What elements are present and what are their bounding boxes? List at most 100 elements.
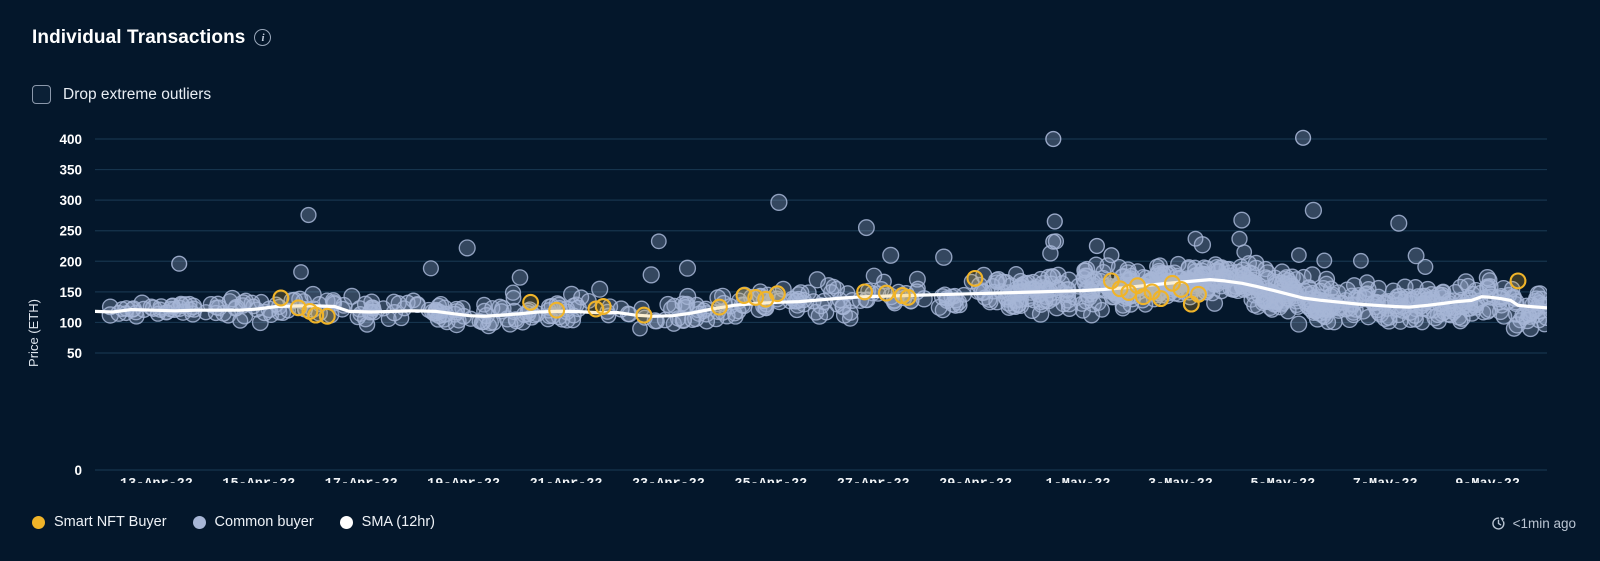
data-point-common-buyer[interactable] xyxy=(1352,252,1369,269)
data-point-common-buyer[interactable] xyxy=(458,239,476,257)
data-point-smart-nft-buyer[interactable] xyxy=(522,293,540,311)
y-axis-tick-labels: 0 50 100 150 200 250 300 350 400 xyxy=(59,132,82,478)
data-point-common-buyer[interactable] xyxy=(263,306,280,324)
data-point-common-buyer[interactable] xyxy=(591,280,609,298)
data-point-common-buyer-outlier[interactable] xyxy=(1045,130,1062,148)
legend-label: Common buyer xyxy=(214,514,314,530)
data-point-common-buyer[interactable] xyxy=(1463,304,1481,322)
data-point-common-buyer[interactable] xyxy=(399,294,416,311)
data-point-smart-nft-buyer[interactable] xyxy=(635,306,653,324)
data-point-common-buyer[interactable] xyxy=(1452,278,1469,296)
data-point-common-buyer[interactable] xyxy=(678,259,697,277)
data-point-common-buyer[interactable] xyxy=(1196,259,1213,276)
data-point-common-buyer[interactable] xyxy=(393,310,410,327)
data-point-common-buyer[interactable] xyxy=(679,287,697,306)
legend-item[interactable]: Common buyer xyxy=(192,514,314,530)
data-point-common-buyer[interactable] xyxy=(642,266,660,284)
data-point-common-buyer[interactable] xyxy=(1291,247,1307,263)
data-point-common-buyer[interactable] xyxy=(1264,301,1281,318)
data-point-common-buyer[interactable] xyxy=(1076,274,1094,292)
data-point-smart-nft-buyer[interactable] xyxy=(1509,272,1527,290)
data-point-common-buyer[interactable] xyxy=(1359,285,1376,302)
data-point-common-buyer[interactable] xyxy=(935,248,953,266)
legend-item[interactable]: SMA (12hr) xyxy=(339,515,435,530)
data-point-common-buyer[interactable] xyxy=(1231,230,1248,248)
data-point-smart-nft-buyer[interactable] xyxy=(272,289,290,307)
info-icon[interactable]: i xyxy=(254,29,272,46)
data-point-common-buyer[interactable] xyxy=(505,289,522,306)
drop-extreme-outliers-checkbox[interactable] xyxy=(32,85,51,104)
data-point-common-buyer[interactable] xyxy=(1290,315,1308,333)
x-axis-tick-label: 15-Apr-22 xyxy=(222,477,295,483)
data-point-common-buyer[interactable] xyxy=(207,304,225,322)
data-point-common-buyer[interactable] xyxy=(632,320,648,337)
data-point-common-buyer[interactable] xyxy=(650,233,667,250)
data-point-common-buyer[interactable] xyxy=(1390,214,1408,232)
data-point-common-buyer-outlier[interactable] xyxy=(1088,237,1106,255)
data-point-common-buyer[interactable] xyxy=(300,206,317,224)
data-point-common-buyer[interactable] xyxy=(1394,301,1412,319)
data-point-common-buyer[interactable] xyxy=(422,260,439,277)
data-point-common-buyer[interactable] xyxy=(1436,304,1453,321)
data-point-common-buyer[interactable] xyxy=(1514,307,1531,324)
data-point-common-buyer[interactable] xyxy=(1012,291,1029,308)
data-point-smart-nft-buyer[interactable] xyxy=(1172,280,1190,298)
data-point-common-buyer[interactable] xyxy=(1311,282,1330,301)
data-point-common-buyer[interactable] xyxy=(882,246,900,264)
data-point-common-buyer[interactable] xyxy=(304,285,322,304)
y-axis-tick-label: 50 xyxy=(67,346,82,361)
data-point-smart-nft-buyer[interactable] xyxy=(594,298,612,315)
data-point-common-buyer[interactable] xyxy=(573,289,590,306)
data-point-smart-nft-buyer[interactable] xyxy=(1152,290,1170,308)
data-point-common-buyer[interactable] xyxy=(808,271,826,289)
data-point-common-buyer-outlier[interactable] xyxy=(1046,213,1063,230)
data-point-common-buyer[interactable] xyxy=(1430,286,1447,303)
data-point-common-buyer[interactable] xyxy=(1528,290,1545,307)
data-point-smart-nft-buyer[interactable] xyxy=(1190,285,1207,303)
data-point-smart-nft-buyer[interactable] xyxy=(318,307,336,325)
data-point-common-buyer[interactable] xyxy=(1307,302,1325,320)
data-point-common-buyer[interactable] xyxy=(511,269,529,286)
data-point-common-buyer[interactable] xyxy=(1193,236,1212,254)
data-point-smart-nft-buyer[interactable] xyxy=(710,298,728,316)
data-point-common-buyer[interactable] xyxy=(1380,312,1398,330)
data-point-common-buyer[interactable] xyxy=(1417,258,1434,275)
data-point-common-buyer[interactable] xyxy=(659,295,677,314)
data-point-common-buyer[interactable] xyxy=(1537,308,1554,326)
drop-extreme-outliers-control[interactable]: Drop extreme outliers xyxy=(32,85,211,104)
data-point-smart-nft-buyer[interactable] xyxy=(966,269,984,287)
data-point-common-buyer[interactable] xyxy=(770,193,788,212)
y-axis-tick-label: 150 xyxy=(59,285,82,300)
data-point-common-buyer-outlier[interactable] xyxy=(1294,129,1312,146)
data-point-common-buyer[interactable] xyxy=(1330,302,1347,319)
x-axis-tick-label: 5-May-22 xyxy=(1250,477,1315,483)
x-axis-tick-labels: 13-Apr-22 15-Apr-22 17-Apr-22 19-Apr-22 21-A… xyxy=(120,477,1520,483)
legend-item[interactable]: Smart NFT Buyer xyxy=(32,515,167,530)
data-point-common-buyer[interactable] xyxy=(857,219,875,237)
data-point-smart-nft-buyer[interactable] xyxy=(856,283,874,301)
data-point-common-buyer-outlier[interactable] xyxy=(1045,233,1062,250)
y-axis-tick-label: 100 xyxy=(59,315,82,330)
data-point-smart-nft-buyer[interactable] xyxy=(899,288,917,306)
data-point-common-buyer-outlier[interactable] xyxy=(1103,247,1120,264)
data-point-common-buyer-outlier[interactable] xyxy=(171,255,188,272)
data-point-common-buyer[interactable] xyxy=(1304,201,1323,220)
data-point-smart-nft-buyer[interactable] xyxy=(548,301,566,319)
data-point-common-buyer[interactable] xyxy=(142,298,160,316)
x-axis-tick-label: 13-Apr-22 xyxy=(120,477,193,483)
data-point-common-buyer[interactable] xyxy=(825,278,842,295)
data-point-common-buyer[interactable] xyxy=(1316,252,1333,269)
data-point-common-buyer[interactable] xyxy=(834,297,852,315)
data-point-smart-nft-buyer[interactable] xyxy=(877,284,895,302)
data-point-common-buyer[interactable] xyxy=(293,264,309,280)
data-point-common-buyer[interactable] xyxy=(1479,279,1496,296)
page-title: Individual Transactions xyxy=(32,27,246,48)
data-point-common-buyer[interactable] xyxy=(438,312,456,331)
scatter-chart[interactable]: 0 50 100 150 200 250 300 350 400 Price (ETH) 13-… xyxy=(0,118,1600,483)
data-point-common-buyer[interactable] xyxy=(1233,211,1251,229)
data-point-common-buyer[interactable] xyxy=(484,300,501,317)
x-axis-tick-label: 21-Apr-22 xyxy=(530,477,603,483)
data-point-smart-nft-buyer[interactable] xyxy=(768,285,786,303)
data-point-common-buyer[interactable] xyxy=(227,298,246,317)
data-point-common-buyer[interactable] xyxy=(1236,244,1253,260)
